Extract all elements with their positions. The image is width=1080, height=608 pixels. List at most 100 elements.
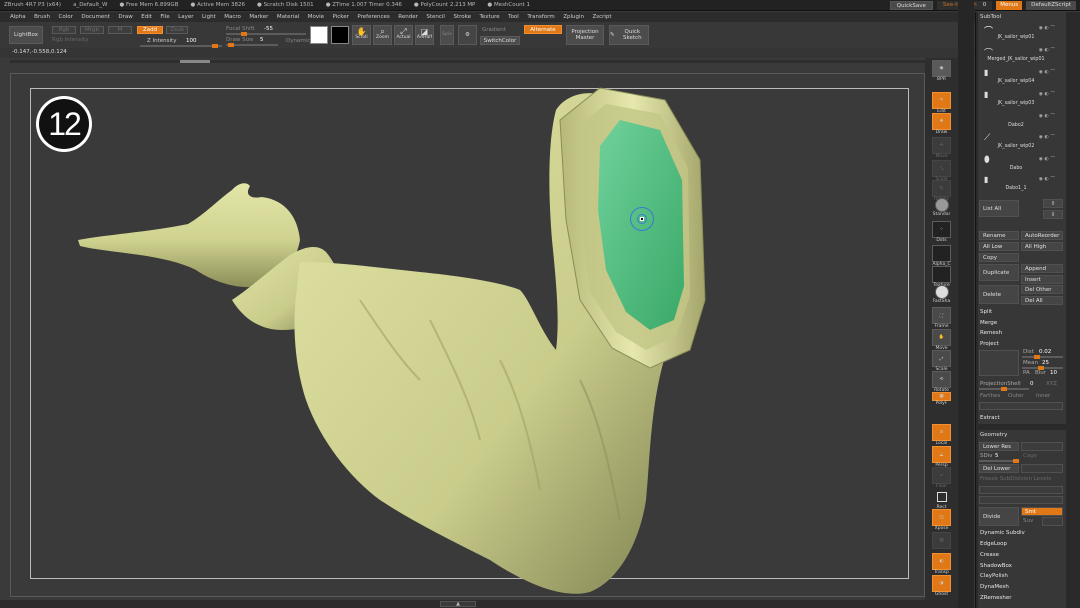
subtool-item[interactable]: ⬮ ◉ ◐ ⌒ Dabo (980, 155, 1063, 175)
standard-label: Standar (932, 212, 951, 217)
eye-icon[interactable]: ◉ ◐ ⌒ (1039, 24, 1055, 31)
xpose-button[interactable]: ◫ Xpose (932, 509, 951, 531)
edgeloop-section[interactable]: EdgeLoop (980, 541, 1007, 547)
bpr-button[interactable]: ◉ BPR (932, 60, 951, 82)
reuv-toggle[interactable] (1042, 517, 1063, 526)
xyz-toggle[interactable]: XYZ (1046, 381, 1057, 387)
insert-button[interactable]: Insert (1021, 275, 1063, 284)
copy-button[interactable]: Copy (979, 253, 1019, 262)
edit-button[interactable]: ✎ Edit (932, 92, 951, 114)
rename-button[interactable]: Rename (979, 231, 1019, 240)
farthest-toggle[interactable]: Farthes (980, 393, 1000, 399)
inner-toggle[interactable]: Inner (1036, 393, 1050, 399)
project-section[interactable]: Project (980, 341, 999, 347)
subtool-item[interactable]: ▮ ◉ ◐ ⌒ JK_sailor_wip04 (980, 68, 1063, 88)
del-all-button[interactable]: Del All (1021, 296, 1063, 305)
split-section[interactable]: Split (980, 309, 992, 315)
standard-brush-button[interactable]: Standar (932, 198, 951, 217)
rect-button[interactable]: Rect (932, 488, 951, 510)
arrow-down-icon[interactable]: ⇩ (1043, 210, 1063, 219)
autoreorder-button[interactable]: AutoReorder (1021, 231, 1063, 240)
floor-button[interactable]: ▱ Floor (932, 467, 951, 489)
move-view-icon: ✋ (938, 335, 945, 340)
bottom-tray-toggle[interactable]: ▲ (440, 601, 476, 607)
shadowbox-section[interactable]: ShadowBox (980, 563, 1012, 569)
scale-view-button[interactable]: ⤢ Scale (932, 350, 951, 372)
duplicate-button[interactable]: Duplicate (979, 264, 1019, 281)
lower-res-button[interactable]: Lower Res (979, 442, 1019, 451)
subtool-item[interactable]: ⌒ ◉ ◐ ⌒ Merged_JK_sailor_wip01 (980, 46, 1063, 66)
del-lower-button[interactable]: Del Lower (979, 464, 1019, 473)
subtool-header[interactable]: SubTool (980, 14, 1001, 20)
move-view-button[interactable]: ✋ Move (932, 329, 951, 351)
dots-stroke-button[interactable]: ⁘ Dots (932, 221, 951, 243)
append-button[interactable]: Append (1021, 264, 1063, 273)
higher-res-button[interactable] (1021, 442, 1063, 451)
subtool-item[interactable]: ▮ ◉ ◐ ⌒ JK_sailor_wip03 (980, 90, 1063, 110)
cage-button[interactable]: Cage (1023, 453, 1037, 459)
arrow-up-icon[interactable]: ⇧ (1043, 199, 1063, 208)
all-low-button[interactable]: All Low (979, 242, 1019, 251)
crease-section[interactable]: Crease (980, 552, 999, 558)
eye-icon[interactable]: ◉ ◐ ⌒ (1039, 90, 1055, 97)
remesh-section[interactable]: Remesh (980, 330, 1002, 336)
subtool-item[interactable]: ⟋ ◉ ◐ ⌒ JK_sailor_wip02 (980, 133, 1063, 153)
extract-section[interactable]: Extract (980, 415, 1000, 421)
dynamesh-section[interactable]: DynaMesh (980, 584, 1009, 590)
eye-icon[interactable]: ◉ ◐ ⌒ (1039, 112, 1055, 119)
eye-icon[interactable]: ◉ ◐ ⌒ (1039, 68, 1055, 75)
del-other-button[interactable]: Del Other (1021, 285, 1063, 294)
transp-icon: ◐ (939, 559, 944, 564)
move-button[interactable]: ✛ Move (932, 137, 951, 159)
draw-button[interactable]: ✥ Draw (932, 113, 951, 135)
freeze-subdivision-button[interactable]: Freeze SubDivision Levels (980, 476, 1051, 482)
ghost-button[interactable]: ◑ Ghost (932, 575, 951, 597)
mean-slider[interactable] (1022, 366, 1063, 370)
tray-scrollbar[interactable] (958, 0, 974, 608)
sdiv-slider[interactable] (979, 459, 1019, 463)
transp-button[interactable]: ◐ Transp (932, 553, 951, 575)
mesh-thumb-icon: ▮ (984, 68, 989, 77)
local-button[interactable]: ⊙ Local (932, 424, 951, 446)
eye-icon[interactable]: ◉ ◐ ⌒ (1039, 175, 1055, 182)
ghost-icon: ◑ (939, 581, 944, 586)
eye-icon[interactable]: ◉ ◐ ⌒ (1039, 46, 1055, 53)
alpha-button[interactable]: Alpha_C (932, 245, 951, 267)
subtool-item[interactable]: ⌒ ◉ ◐ ⌒ JK_sailor_wip01 (980, 24, 1063, 44)
zremesher-section[interactable]: ZRemesher (980, 595, 1011, 601)
subtool-item[interactable]: ▮ ◉ ◐ ⌒ Dabo1_1 (980, 175, 1063, 195)
dynamic-subdiv-section[interactable]: Dynamic Subdiv (980, 530, 1025, 536)
material-button[interactable]: FastSha (932, 285, 951, 304)
mesh-thumb-icon: ⟋ (984, 133, 991, 143)
reconstruct-subdiv-button[interactable] (979, 486, 1063, 494)
projection-shell-slider[interactable] (979, 387, 1029, 391)
arm-model[interactable] (0, 0, 958, 608)
persp-button[interactable]: ⟁ Persp (932, 446, 951, 468)
project-all-button[interactable] (979, 350, 1019, 376)
outer-toggle[interactable]: Outer (1008, 393, 1024, 399)
frame-button[interactable]: ⛶ Frame (932, 307, 951, 329)
all-high-button[interactable]: All High (1021, 242, 1063, 251)
claypolish-section[interactable]: ClayPolish (980, 573, 1008, 579)
geometry-header[interactable]: Geometry (980, 432, 1007, 438)
subtool-name: Dabo (1009, 166, 1023, 171)
merge-section[interactable]: Merge (980, 320, 997, 326)
polyf-button[interactable]: ▦ PolyF (932, 392, 951, 406)
del-higher-button[interactable] (1021, 464, 1063, 473)
smt-toggle[interactable]: Smt (1021, 507, 1063, 516)
delete-button[interactable]: Delete (979, 285, 1019, 304)
line-fill-button[interactable]: ▤ (932, 532, 951, 549)
rotate-view-button[interactable]: ⟲ Rotate (932, 371, 951, 393)
divide-button[interactable]: Divide (979, 507, 1019, 526)
menus-button[interactable]: Menus (996, 1, 1023, 10)
scale-button[interactable]: ⤡Scale (932, 160, 951, 182)
convert-bpr-button[interactable] (979, 496, 1063, 504)
subtool-item[interactable]: ◉ ◐ ⌒ Dabo2 (980, 112, 1063, 132)
default-zscript-button[interactable]: DefaultZScript (1026, 1, 1076, 10)
suv-toggle[interactable]: Suv (1023, 518, 1033, 524)
eye-icon[interactable]: ◉ ◐ ⌒ (1039, 155, 1055, 162)
list-all-button[interactable]: List All (979, 200, 1019, 217)
dist-slider[interactable] (1022, 355, 1063, 359)
extract-options[interactable] (979, 402, 1063, 410)
eye-icon[interactable]: ◉ ◐ ⌒ (1039, 133, 1055, 140)
